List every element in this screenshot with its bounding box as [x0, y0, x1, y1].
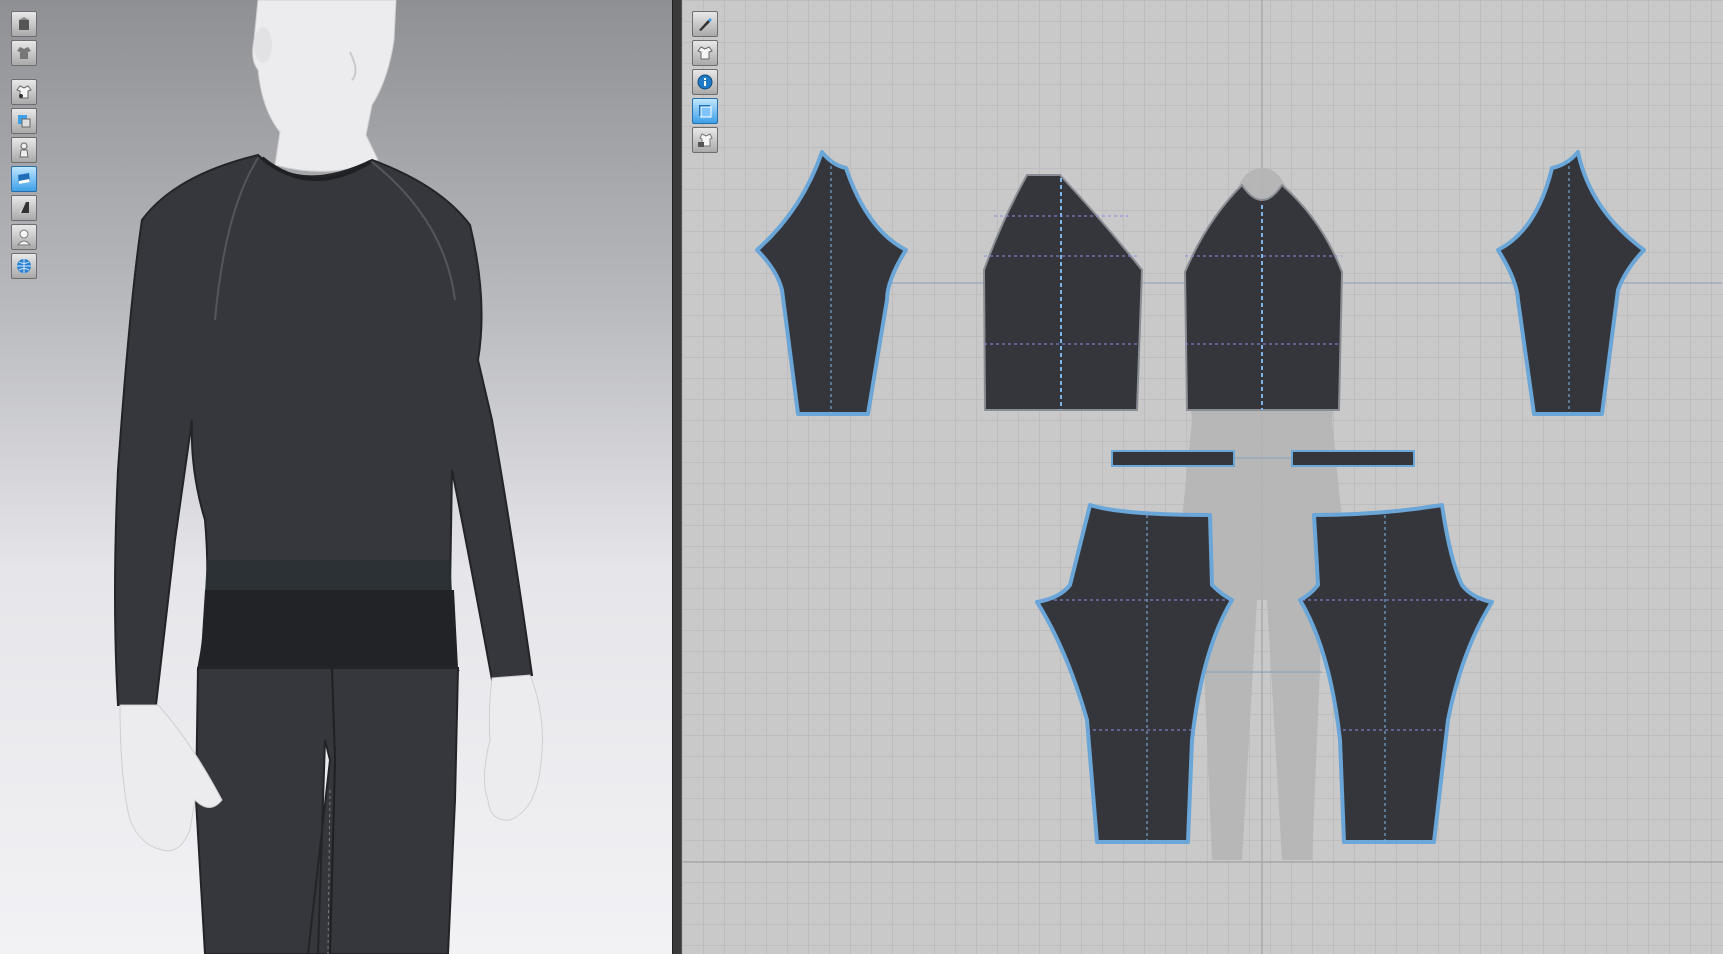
show-garment-tool[interactable]: [11, 79, 37, 105]
pattern-waistband-left: [1111, 450, 1235, 467]
avatar-box-tool[interactable]: [11, 11, 37, 37]
info-tool[interactable]: [692, 69, 718, 95]
3d-toolbar: [11, 11, 37, 282]
show-texture-icon: [18, 115, 31, 128]
pants-legs: [194, 667, 460, 954]
pattern-sleeve-right: [1496, 150, 1646, 416]
show-pattern-tool[interactable]: [692, 40, 718, 66]
pattern-pants-right: [1298, 503, 1494, 844]
viewport-divider[interactable]: [672, 0, 682, 954]
pattern-layer-tool[interactable]: [692, 98, 718, 124]
fabric-thickness-icon: [18, 173, 30, 184]
3d-viewport[interactable]: [0, 0, 672, 954]
pattern-front-body: [983, 174, 1143, 411]
pattern-waistband-right: [1291, 450, 1415, 467]
show-garment-icon: [16, 85, 32, 99]
fabric-thickness-tool[interactable]: [11, 166, 37, 192]
pattern-scene: [682, 0, 1723, 954]
garment-shirt-icon: [17, 47, 31, 59]
pattern-back-body: [1184, 184, 1343, 411]
2d-toolbar: [692, 11, 718, 156]
mesh-globe-icon: [17, 259, 31, 273]
lock-pattern-tool[interactable]: [692, 127, 718, 153]
pattern-layer-icon: [699, 105, 712, 118]
pattern-pants-left: [1035, 503, 1234, 844]
show-pattern-icon: [697, 46, 713, 60]
avatar-box-icon: [19, 17, 29, 30]
pen-tool-icon: [699, 18, 712, 31]
avatar-ear: [254, 27, 272, 63]
avatar-hand-right: [484, 674, 543, 821]
mesh-globe-tool[interactable]: [11, 253, 37, 279]
2d-pattern-viewport[interactable]: [682, 0, 1723, 954]
garment-shirt-tool[interactable]: [11, 40, 37, 66]
avatar-silhouette-tool[interactable]: [11, 224, 37, 250]
pen-tool[interactable]: [692, 11, 718, 37]
surface-shading-icon: [19, 202, 29, 213]
show-avatar-icon: [19, 142, 29, 158]
avatar-head: [252, 0, 397, 172]
info-icon: [697, 74, 713, 90]
surface-shading-tool[interactable]: [11, 195, 37, 221]
avatar-silhouette-icon: [16, 229, 32, 246]
show-avatar-tool[interactable]: [11, 137, 37, 163]
show-texture-tool[interactable]: [11, 108, 37, 134]
avatar-3d-scene: [114, 0, 543, 954]
lock-pattern-icon: [698, 133, 713, 147]
pattern-sleeve-left: [755, 150, 908, 416]
waistband: [200, 590, 458, 668]
shirt-hem: [205, 560, 452, 590]
